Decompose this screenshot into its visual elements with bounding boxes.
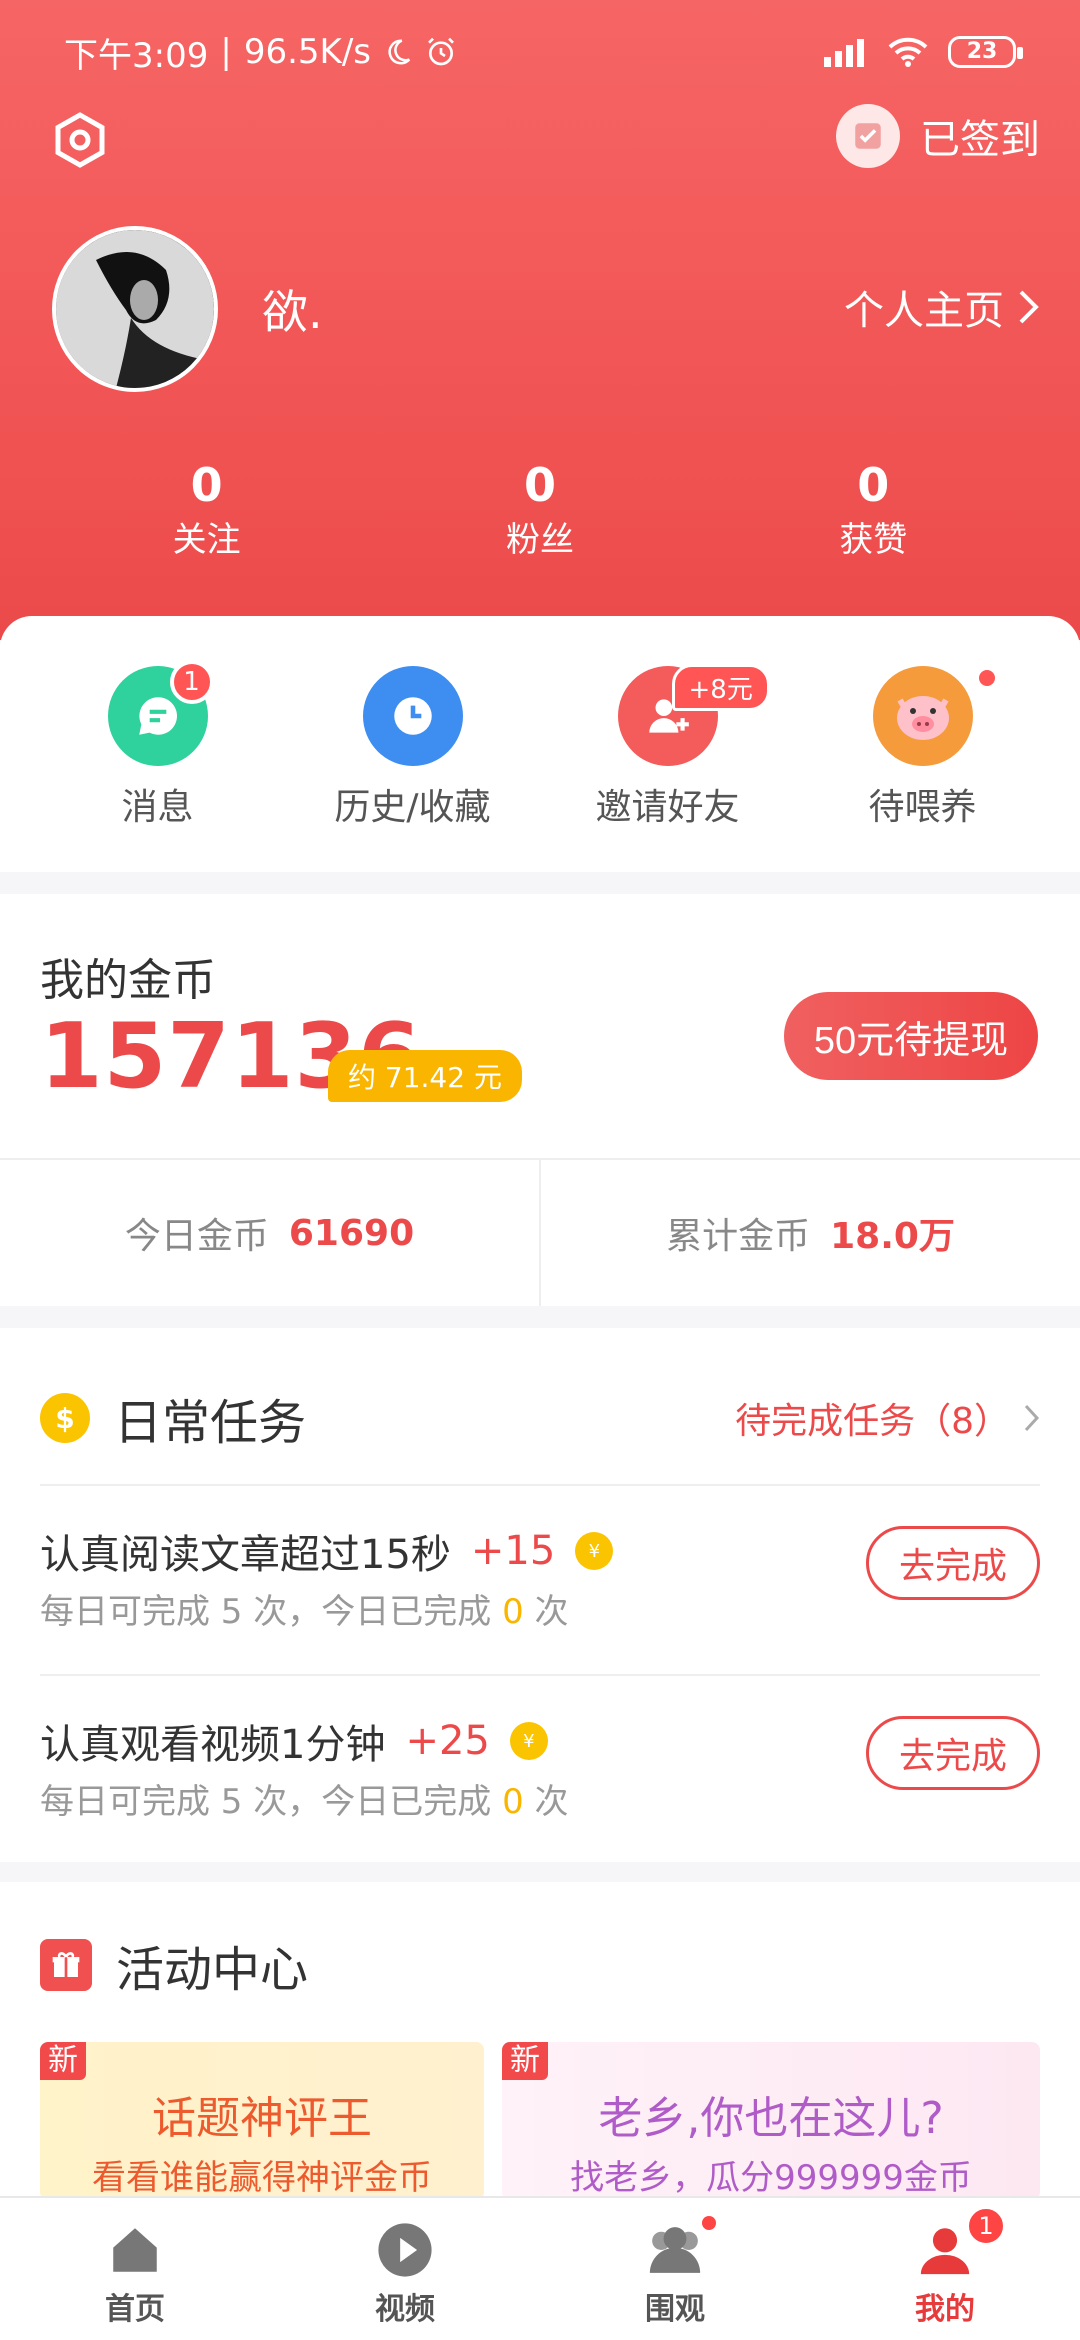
task-reward: +25 <box>405 1718 490 1764</box>
tab-watch[interactable]: 围观 <box>540 2198 810 2340</box>
activity-center: 活动中心 新 话题神评王 看看谁能赢得神评金币 新 老乡,你也在这儿? 找老乡，… <box>0 1882 1080 2200</box>
stat-following[interactable]: 0 关注 <box>107 458 307 561</box>
gift-icon <box>40 1939 92 1991</box>
alarm-icon <box>428 37 454 66</box>
tab-label: 视频 <box>375 2292 435 2327</box>
stat-fans[interactable]: 0 粉丝 <box>440 458 640 561</box>
task-progress: 每日可完成 5 次，今日已完成 0 次 <box>40 1782 569 1822</box>
settings-icon[interactable] <box>52 112 108 168</box>
quick-actions: 1 消息 历史/收藏 +8元 邀请好友 待喂养 <box>0 616 1080 872</box>
quick-action-label: 消息 <box>121 787 194 828</box>
stat-label: 获赞 <box>839 520 908 560</box>
quick-action-invite[interactable]: +8元 邀请好友 <box>558 664 778 872</box>
pending-tasks-link[interactable]: 待完成任务（8） <box>735 1392 1040 1444</box>
activity-card-title: 话题神评王 <box>152 2093 372 2144</box>
tab-label: 我的 <box>915 2292 975 2327</box>
tab-badge: 1 <box>966 2206 1006 2246</box>
daily-tasks: $ 日常任务 待完成任务（8） 认真阅读文章超过15秒 +15 ¥ 每日可完成 … <box>0 1328 1080 1862</box>
bottom-tab-bar: 首页 视频 围观 1 我的 <box>0 2196 1080 2340</box>
profile-link[interactable]: 个人主页 <box>844 278 1040 336</box>
quick-action-label: 历史/收藏 <box>334 787 491 828</box>
stat-value: 0 <box>190 458 223 512</box>
tab-label: 首页 <box>105 2292 165 2327</box>
new-badge: 新 <box>502 2042 548 2080</box>
wifi-icon <box>888 37 928 67</box>
coins-approx-value: 约 71.42 元 <box>328 1050 522 1102</box>
chevron-right-icon <box>1019 290 1039 324</box>
coin-summary: 今日金币 61690 累计金币 18.0万 <box>0 1158 1080 1306</box>
coins-title: 我的金币 <box>40 955 216 1006</box>
today-coins-value: 61690 <box>288 1212 415 1254</box>
total-coins: 累计金币 18.0万 <box>539 1160 1080 1306</box>
activity-card-subtitle: 找老乡，瓜分999999金币 <box>570 2158 972 2198</box>
pig-icon <box>872 666 973 766</box>
signal-icon <box>824 39 864 67</box>
people-icon <box>643 2218 707 2282</box>
tasks-title: 日常任务 <box>114 1395 307 1451</box>
new-badge: 新 <box>40 2042 86 2080</box>
activity-header: 活动中心 <box>40 1930 308 2000</box>
withdraw-button[interactable]: 50元待提现 <box>784 992 1038 1080</box>
activity-card-hometown[interactable]: 新 老乡,你也在这儿? 找老乡，瓜分999999金币 <box>502 2042 1040 2200</box>
moon-icon <box>388 39 411 65</box>
task-go-button[interactable]: 去完成 <box>866 1526 1040 1600</box>
quick-action-label: 待喂养 <box>868 787 977 828</box>
notification-dot <box>978 670 995 686</box>
quick-action-messages[interactable]: 1 消息 <box>48 660 268 872</box>
quick-action-history[interactable]: 历史/收藏 <box>303 666 523 872</box>
notification-dot <box>702 2216 716 2230</box>
avatar[interactable] <box>52 226 218 392</box>
username: 欲. <box>262 285 323 339</box>
profile-link-label: 个人主页 <box>844 288 1004 334</box>
play-icon <box>373 2218 437 2282</box>
today-coins-label: 今日金币 <box>124 1216 269 1257</box>
tab-mine[interactable]: 1 我的 <box>810 2198 1080 2340</box>
task-go-button[interactable]: 去完成 <box>866 1716 1040 1790</box>
quick-action-feed-pig[interactable]: 待喂养 <box>813 666 1033 872</box>
coin-icon: ¥ <box>575 1532 614 1570</box>
tab-home[interactable]: 首页 <box>0 2198 270 2340</box>
network-speed: 96.5K/s <box>243 32 371 72</box>
task-item-read: 认真阅读文章超过15秒 +15 ¥ 每日可完成 5 次，今日已完成 0 次 去完… <box>40 1486 1040 1676</box>
status-time: 下午3:09 <box>64 35 209 76</box>
stat-label: 粉丝 <box>505 520 574 560</box>
tab-video[interactable]: 视频 <box>270 2198 540 2340</box>
checkin-status[interactable]: 已签到 <box>836 104 1040 168</box>
clock-icon <box>362 666 463 766</box>
tab-label: 围观 <box>645 2292 705 2327</box>
stat-value: 0 <box>523 458 556 512</box>
message-badge: 1 <box>169 660 214 704</box>
checkin-icon <box>836 104 900 168</box>
home-icon <box>103 2218 167 2282</box>
coin-icon: ¥ <box>509 1722 548 1760</box>
my-coins-card: 我的金币 157136 约 71.42 元 50元待提现 <box>0 894 1080 1158</box>
chevron-right-icon <box>1024 1404 1040 1432</box>
battery-icon: 23 <box>948 36 1023 68</box>
task-progress: 每日可完成 5 次，今日已完成 0 次 <box>40 1592 569 1632</box>
stat-value: 0 <box>857 458 890 512</box>
activity-card-subtitle: 看看谁能赢得神评金币 <box>92 2158 432 2198</box>
task-item-video: 认真观看视频1分钟 +25 ¥ 每日可完成 5 次，今日已完成 0 次 去完成 <box>40 1674 1040 1864</box>
status-bar: 下午3:09 | 96.5K/s 23 <box>64 24 1023 80</box>
stat-likes[interactable]: 0 获赞 <box>773 458 973 561</box>
stat-label: 关注 <box>172 520 241 560</box>
total-coins-value: 18.0万 <box>830 1216 955 1257</box>
activity-title: 活动中心 <box>116 1942 309 1998</box>
task-reward: +15 <box>470 1528 556 1574</box>
task-title: 认真阅读文章超过15秒 <box>40 1532 451 1578</box>
coin-icon: $ <box>40 1393 90 1443</box>
activity-card-topic[interactable]: 新 话题神评王 看看谁能赢得神评金币 <box>40 2042 484 2200</box>
tasks-header: $ 日常任务 待完成任务（8） <box>40 1378 1040 1458</box>
activity-card-title: 老乡,你也在这儿? <box>598 2093 944 2144</box>
profile-stats: 0 关注 0 粉丝 0 获赞 <box>0 458 1080 561</box>
quick-action-label: 邀请好友 <box>595 787 740 828</box>
checkin-label: 已签到 <box>920 117 1040 163</box>
task-title: 认真观看视频1分钟 <box>40 1722 386 1768</box>
pending-tasks-label: 待完成任务（8） <box>735 1401 1010 1442</box>
total-coins-label: 累计金币 <box>666 1216 811 1257</box>
today-coins: 今日金币 61690 <box>0 1160 539 1306</box>
invite-reward-tag: +8元 <box>671 664 770 711</box>
profile-header: 下午3:09 | 96.5K/s 23 已签到 欲. 个人主页 0 关注 0 粉… <box>0 0 1080 640</box>
